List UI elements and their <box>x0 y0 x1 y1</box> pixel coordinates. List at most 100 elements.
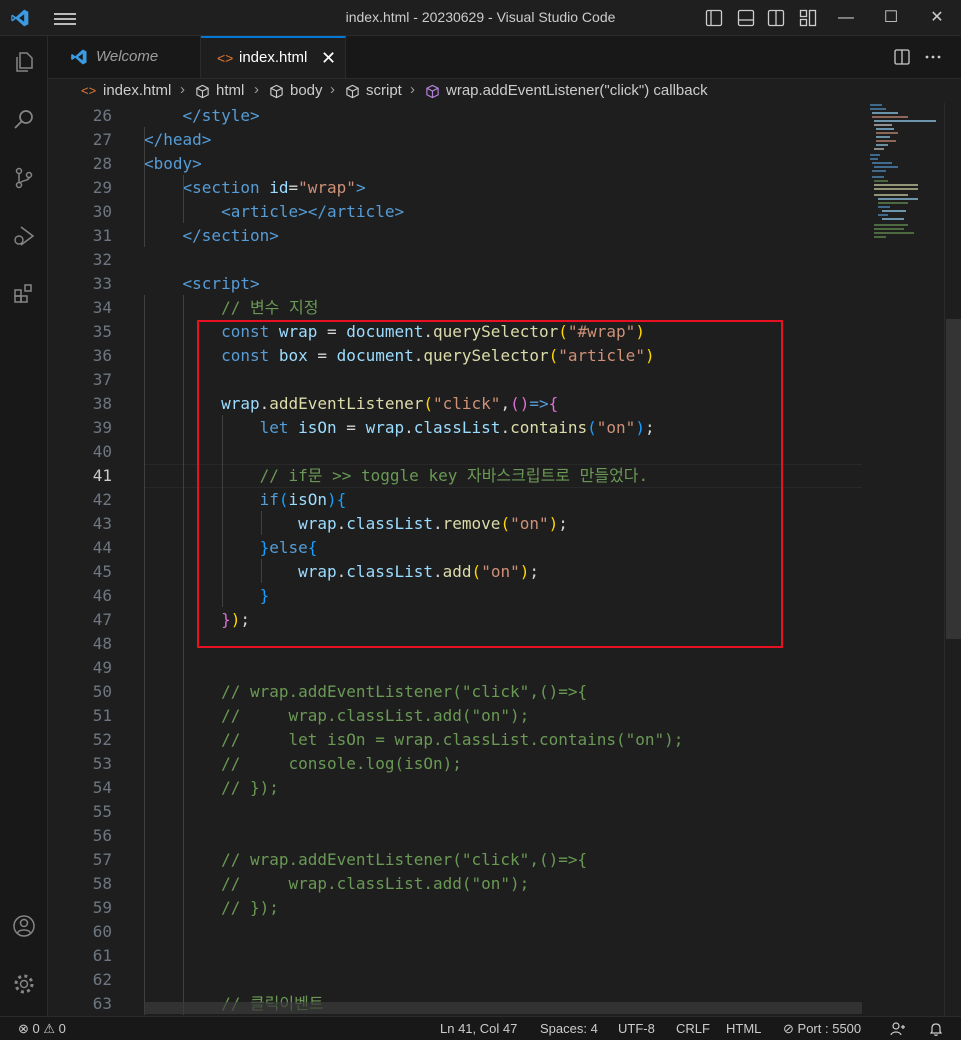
editor-tabs: Welcome <> index.html ✕ <box>48 36 961 79</box>
language-mode[interactable]: HTML <box>726 1021 761 1036</box>
accounts-icon[interactable] <box>12 914 36 938</box>
code-line[interactable]: 32 <box>48 248 868 272</box>
code-line[interactable]: 53 // console.log(isOn); <box>48 752 868 776</box>
line-number: 39 <box>92 418 112 437</box>
code-line[interactable]: 33 <script> <box>48 272 868 296</box>
line-number: 59 <box>92 898 112 917</box>
split-editor-icon[interactable] <box>893 48 911 66</box>
manage-gear-icon[interactable] <box>12 972 36 996</box>
line-code: <script> <box>144 272 260 296</box>
line-code: // wrap.classList.add("on"); <box>144 872 529 896</box>
code-token: // }); <box>144 898 279 917</box>
code-line[interactable]: 49 <box>48 656 868 680</box>
tab-index-html[interactable]: <> index.html ✕ <box>201 36 346 78</box>
minimize-button[interactable]: — <box>826 6 866 30</box>
toggle-secondary-sidebar-icon[interactable] <box>767 9 785 27</box>
warning-icon: ⚠ <box>43 1021 56 1036</box>
line-code: <body> <box>144 152 202 176</box>
code-line[interactable]: 57 // wrap.addEventListener("click",()=>… <box>48 848 868 872</box>
horizontal-scrollbar[interactable] <box>144 1002 862 1014</box>
line-number: 38 <box>92 394 112 413</box>
breadcrumb-item-script[interactable]: script <box>366 82 402 99</box>
live-server-port[interactable]: ⊘ Port : 5500 <box>783 1021 861 1037</box>
minimap[interactable] <box>868 103 938 243</box>
line-number: 42 <box>92 490 112 509</box>
line-code: </head> <box>144 128 211 152</box>
code-line[interactable]: 31 </section> <box>48 224 868 248</box>
code-line[interactable]: 56 <box>48 824 868 848</box>
maximize-button[interactable]: ☐ <box>871 6 911 30</box>
breadcrumb: <> index.html › html › body › script › w… <box>48 79 961 103</box>
line-code: // let isOn = wrap.classList.contains("o… <box>144 728 683 752</box>
line-code: // wrap.addEventListener("click",()=>{ <box>144 848 587 872</box>
search-icon[interactable] <box>12 108 36 132</box>
code-token: = <box>288 178 299 197</box>
encoding-setting[interactable]: UTF-8 <box>618 1021 655 1036</box>
breadcrumb-item-body[interactable]: body <box>290 82 323 99</box>
vertical-scrollbar[interactable] <box>944 103 961 1016</box>
problems-indicator[interactable]: ⊗ 0 ⚠ 0 <box>18 1021 66 1037</box>
code-line[interactable]: 52 // let isOn = wrap.classList.contains… <box>48 728 868 752</box>
code-line[interactable]: 28 <body> <box>48 152 868 176</box>
menu-icon[interactable] <box>54 10 76 26</box>
line-number: 60 <box>92 922 112 941</box>
code-line[interactable]: 60 <box>48 920 868 944</box>
code-line[interactable]: 26 </style> <box>48 104 868 128</box>
line-number: 53 <box>92 754 112 773</box>
customize-layout-icon[interactable] <box>799 9 817 27</box>
line-number: 37 <box>92 370 112 389</box>
line-code: // wrap.classList.add("on"); <box>144 704 529 728</box>
scroll-thumb[interactable] <box>946 319 961 639</box>
breadcrumb-item-callback[interactable]: wrap.addEventListener("click") callback <box>446 82 708 99</box>
code-line[interactable]: 62 <box>48 968 868 992</box>
code-token: > <box>355 178 366 197</box>
more-actions-icon[interactable] <box>923 48 943 66</box>
eol-setting[interactable]: CRLF <box>676 1021 710 1036</box>
extensions-icon[interactable] <box>12 282 36 306</box>
toggle-panel-icon[interactable] <box>737 9 755 27</box>
line-number: 50 <box>92 682 112 701</box>
code-line[interactable]: 54 // }); <box>48 776 868 800</box>
code-token: </head> <box>144 130 212 149</box>
source-control-icon[interactable] <box>12 166 36 190</box>
code-line[interactable]: 27 </head> <box>48 128 868 152</box>
code-line[interactable]: 30 <article></article> <box>48 200 868 224</box>
line-number: 35 <box>92 322 112 341</box>
toggle-primary-sidebar-icon[interactable] <box>705 9 723 27</box>
tab-welcome[interactable]: Welcome <box>48 36 201 78</box>
feedback-icon[interactable] <box>890 1021 906 1037</box>
code-line[interactable]: 50 // wrap.addEventListener("click",()=>… <box>48 680 868 704</box>
code-line[interactable]: 51 // wrap.classList.add("on"); <box>48 704 868 728</box>
code-token: // wrap.addEventListener("click",()=>{ <box>144 850 588 869</box>
code-line[interactable]: 55 <box>48 800 868 824</box>
chevron-right-icon: › <box>180 81 185 98</box>
run-debug-icon[interactable] <box>12 224 36 248</box>
code-token: // let isOn = wrap.classList.contains("o… <box>144 730 684 749</box>
code-token: <section <box>144 178 270 197</box>
line-number: 45 <box>92 562 112 581</box>
code-token: <body> <box>144 154 202 173</box>
code-line[interactable]: 58 // wrap.classList.add("on"); <box>48 872 868 896</box>
cursor-position[interactable]: Ln 41, Col 47 <box>440 1021 517 1036</box>
code-line[interactable]: 34 // 변수 지정 <box>48 296 868 320</box>
line-number: 61 <box>92 946 112 965</box>
close-tab-icon[interactable]: ✕ <box>321 38 336 78</box>
line-number: 34 <box>92 298 112 317</box>
code-line[interactable]: 61 <box>48 944 868 968</box>
code-editor[interactable]: 26 </style> 27 </head> 28 <body> 29 <section … <box>48 103 961 1016</box>
code-line[interactable]: 29 <section id="wrap"> <box>48 176 868 200</box>
indentation-setting[interactable]: Spaces: 4 <box>540 1021 598 1036</box>
code-line[interactable]: 59 // }); <box>48 896 868 920</box>
line-number: 44 <box>92 538 112 557</box>
tab-label: index.html <box>239 49 308 66</box>
notifications-bell-icon[interactable] <box>928 1021 944 1037</box>
chevron-right-icon: › <box>254 81 259 98</box>
breadcrumb-item-html[interactable]: html <box>216 82 244 99</box>
chevron-right-icon: › <box>330 81 335 98</box>
explorer-icon[interactable] <box>12 50 36 74</box>
line-number: 52 <box>92 730 112 749</box>
line-number: 26 <box>92 106 112 125</box>
breadcrumb-item-file[interactable]: index.html <box>103 82 171 99</box>
no-entry-icon: ⊘ <box>783 1021 794 1036</box>
close-window-button[interactable]: ✕ <box>917 6 957 30</box>
